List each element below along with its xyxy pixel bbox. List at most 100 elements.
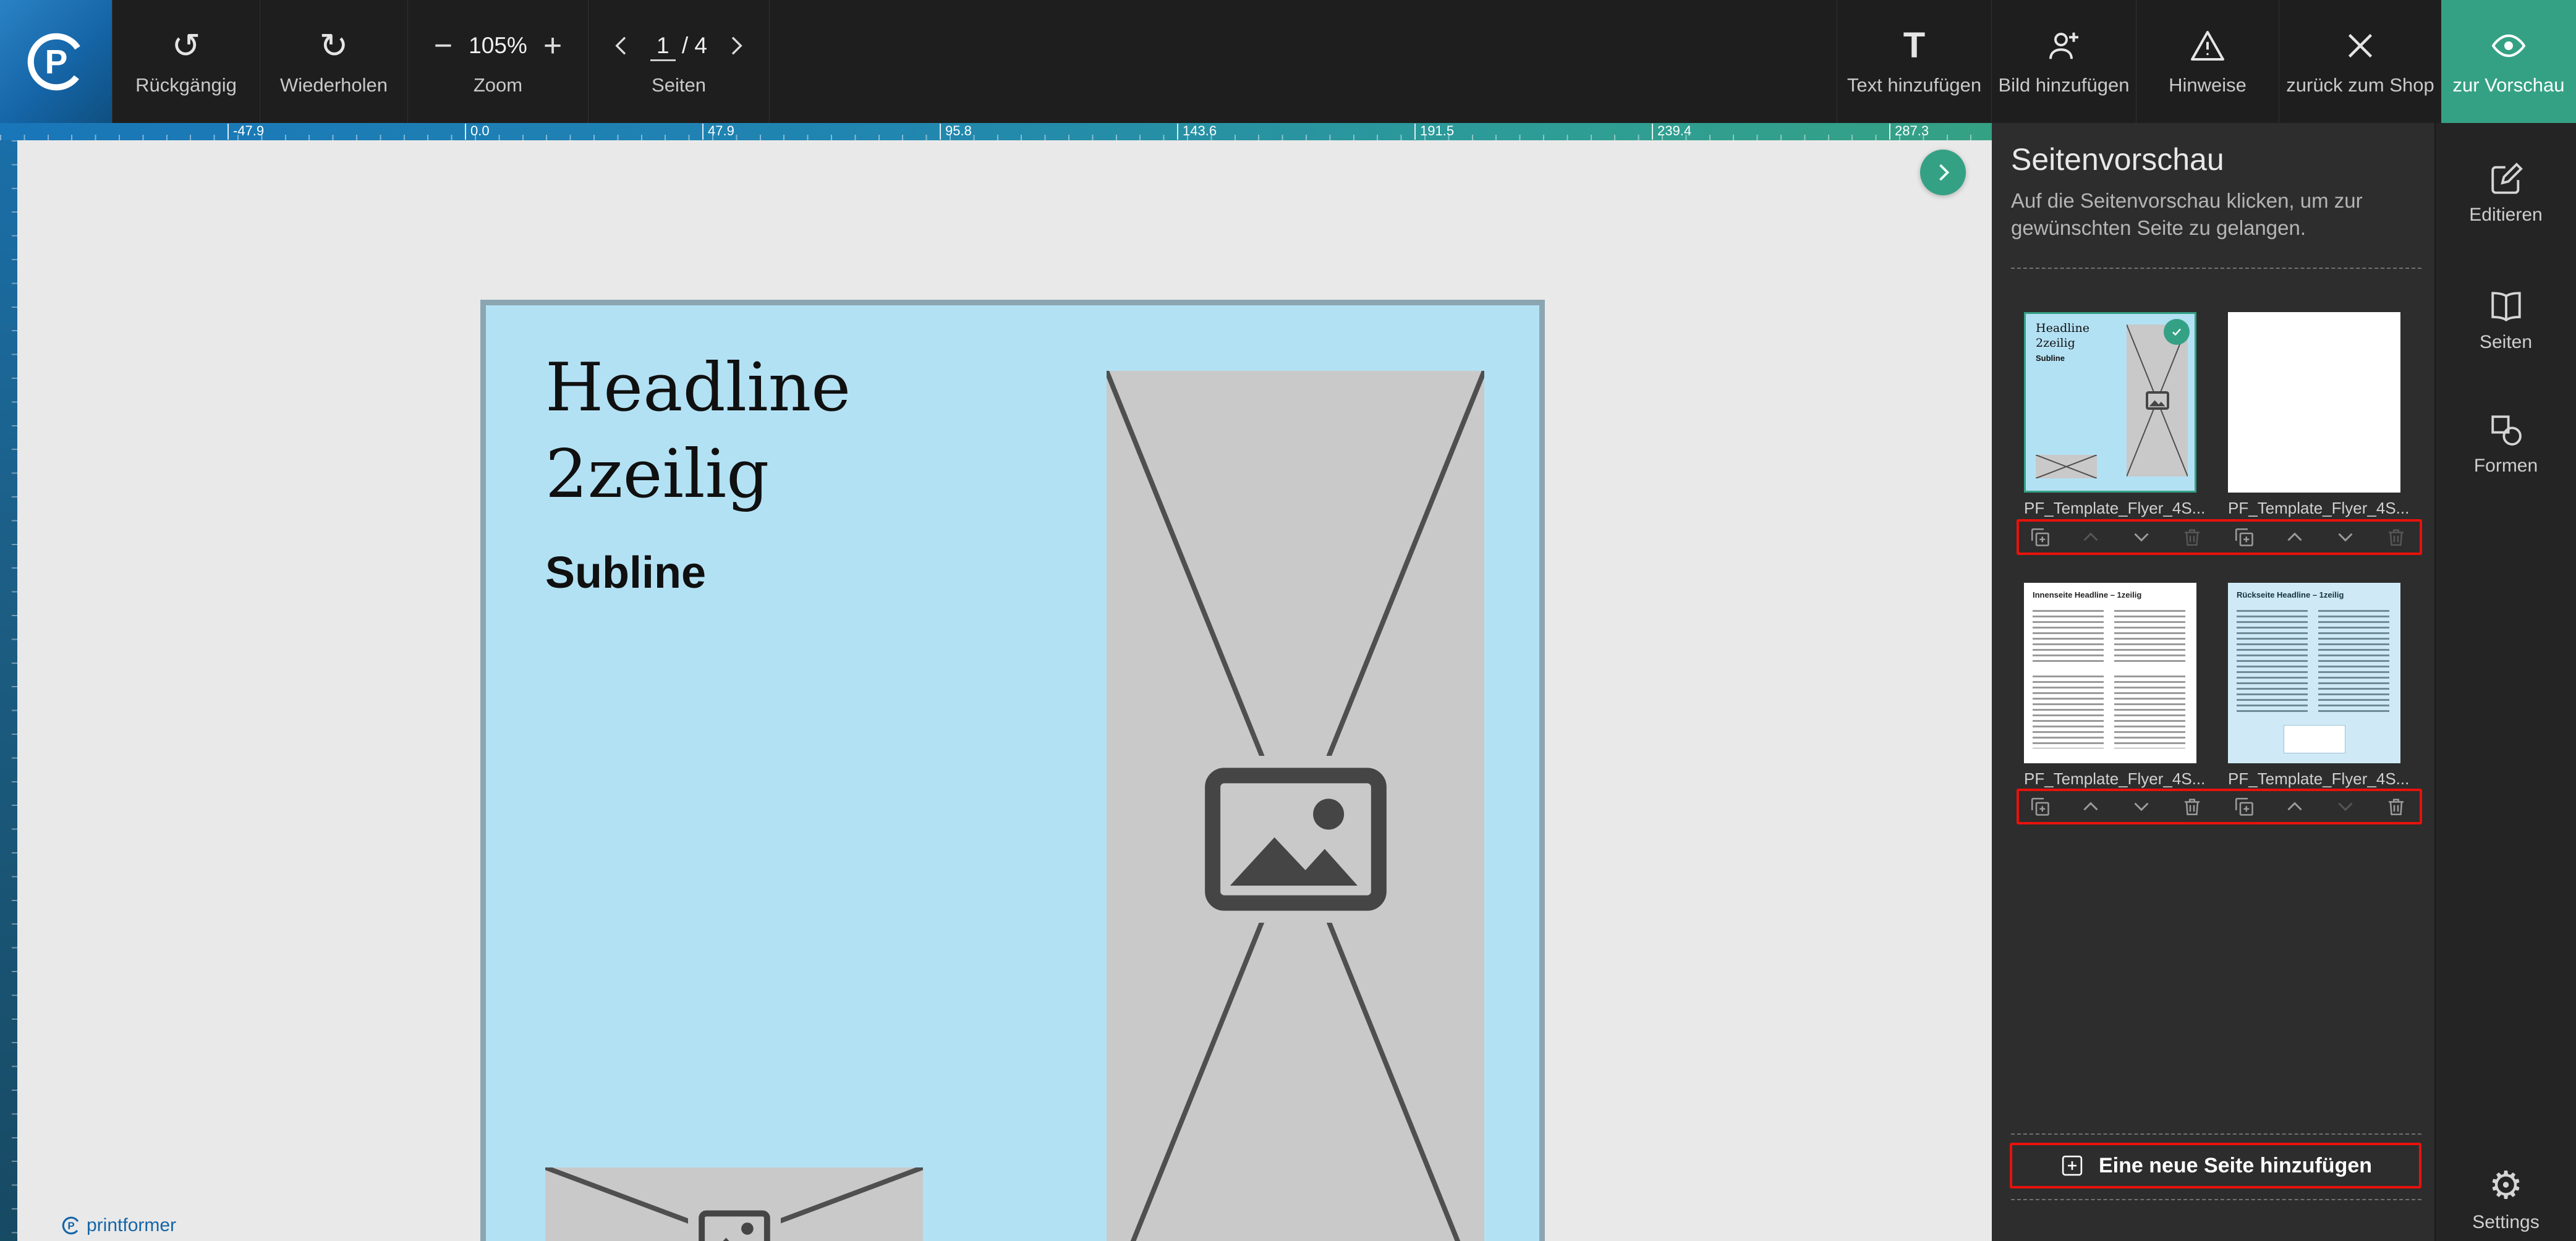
thumbnail-2-toolbar <box>2233 526 2407 548</box>
shapes-icon <box>2491 415 2522 446</box>
move-page-down-button[interactable] <box>2334 795 2357 818</box>
hints-button[interactable]: Hinweise <box>2136 0 2279 123</box>
back-to-shop-button[interactable]: zurück zum Shop <box>2279 0 2441 123</box>
add-page-icon <box>2062 1155 2083 1176</box>
close-icon <box>2348 33 2373 57</box>
undo-button[interactable]: ↺ Rückgängig <box>112 0 260 123</box>
duplicate-page-button[interactable] <box>2233 526 2255 548</box>
previous-page-icon[interactable] <box>610 32 634 59</box>
divider <box>2011 1133 2421 1135</box>
sidebar-item-edit[interactable]: Editieren <box>2436 161 2576 226</box>
move-page-down-button[interactable] <box>2334 526 2357 548</box>
thumb4-text-lines <box>2318 610 2389 715</box>
delete-page-button[interactable] <box>2181 526 2203 548</box>
design-canvas[interactable]: Headline 2zeilig Subline P printformer <box>17 140 1992 1241</box>
redo-button[interactable]: ↻ Wiederholen <box>260 0 407 123</box>
gear-icon: ⚙ <box>2488 1164 2523 1207</box>
thumbnail-filename: PF_Template_Flyer_4S... <box>2228 769 2410 788</box>
pages-label: Seiten <box>652 74 706 96</box>
hints-label: Hinweise <box>2169 74 2247 96</box>
zoom-out-button[interactable]: − <box>434 30 453 62</box>
add-text-button[interactable]: T Text hinzufügen <box>1837 0 1991 123</box>
thumbnail-3-toolbar <box>2029 795 2203 818</box>
ruler-tick: -47.9 <box>227 124 264 140</box>
ruler-tick: 239.4 <box>1652 124 1691 140</box>
thumb3-text-lines <box>2114 610 2185 666</box>
duplicate-page-button[interactable] <box>2029 795 2051 818</box>
duplicate-page-button[interactable] <box>2233 795 2255 818</box>
sidebar-item-label: Formen <box>2473 455 2538 476</box>
app-root: P ↺ Rückgängig ↻ Wiederholen − 105% + Zo… <box>0 0 2576 1241</box>
delete-page-button[interactable] <box>2181 795 2203 818</box>
move-page-up-button[interactable] <box>2284 795 2306 818</box>
canvas-next-page-button[interactable] <box>1920 150 1966 195</box>
zoom-label: Zoom <box>473 74 523 96</box>
divider <box>2011 1199 2421 1200</box>
undo-label: Rückgängig <box>135 74 237 96</box>
delete-page-button[interactable] <box>2385 526 2407 548</box>
horizontal-ruler: -47.9 0.0 47.9 95.8 143.6 191.5 239.4 28… <box>0 123 1992 140</box>
chevron-right-icon <box>1939 164 1950 181</box>
zoom-value: 105% <box>469 32 527 58</box>
add-page-label: Eine neue Seite hinzufügen <box>2098 1153 2373 1177</box>
add-image-button[interactable]: Bild hinzufügen <box>1991 0 2136 123</box>
current-page-input[interactable]: 1 <box>650 32 676 61</box>
svg-text:P: P <box>67 1220 74 1232</box>
redo-label: Wiederholen <box>279 74 388 96</box>
panel-subtitle: Auf die Seitenvorschau klicken, um zur g… <box>2011 189 2363 239</box>
duplicate-page-button[interactable] <box>2029 526 2051 548</box>
headline-textbox[interactable]: Headline 2zeilig <box>545 345 851 519</box>
book-icon <box>2491 292 2521 322</box>
move-page-down-button[interactable] <box>2130 795 2153 818</box>
page-thumbnail-3[interactable]: Innenseite Headline – 1zeilig <box>2024 583 2196 763</box>
panel-title: Seitenvorschau <box>2011 142 2224 177</box>
page-thumbnail-1[interactable]: Headline 2zeilig Subline <box>2024 312 2196 493</box>
edit-icon <box>2491 163 2523 194</box>
total-pages: 4 <box>694 32 707 58</box>
image-placeholder-large[interactable] <box>1107 371 1484 1241</box>
vertical-ruler <box>0 140 17 1241</box>
divider <box>2011 268 2421 269</box>
thumbnail-filename: PF_Template_Flyer_4S... <box>2024 499 2206 517</box>
move-page-up-button[interactable] <box>2080 795 2102 818</box>
thumb4-address-box <box>2284 725 2345 753</box>
zoom-control: − 105% + Zoom <box>407 0 588 123</box>
sidebar-item-shapes[interactable]: Formen <box>2436 412 2576 476</box>
page-thumbnail-2[interactable] <box>2228 312 2400 493</box>
thumbnail-filename: PF_Template_Flyer_4S... <box>2024 769 2206 788</box>
undo-icon: ↺ <box>171 25 201 65</box>
image-placeholder-icon <box>687 1204 781 1241</box>
move-page-down-button[interactable] <box>2130 526 2153 548</box>
add-text-label: Text hinzufügen <box>1847 74 1982 96</box>
svg-text:P: P <box>45 43 67 81</box>
flyer-page-content: Headline 2zeilig Subline <box>486 305 1539 1241</box>
thumbnail-4-toolbar <box>2233 795 2407 818</box>
eye-icon <box>2491 34 2526 57</box>
thumb4-title: Rückseite Headline – 1zeilig <box>2237 590 2344 599</box>
flyer-page[interactable]: Headline 2zeilig Subline <box>480 300 1545 1241</box>
thumb1-subline: Subline <box>2036 354 2065 363</box>
next-page-icon[interactable] <box>723 32 748 59</box>
thumb4-text-lines <box>2237 610 2308 715</box>
sidebar-item-label: Seiten <box>2479 332 2533 352</box>
sidebar-item-settings[interactable]: ⚙ Settings <box>2436 1167 2576 1233</box>
thumbnail-filename: PF_Template_Flyer_4S... <box>2228 499 2410 517</box>
add-new-page-button[interactable]: Eine neue Seite hinzufügen <box>2011 1146 2420 1185</box>
page-thumbnail-4[interactable]: Rückseite Headline – 1zeilig <box>2228 583 2400 763</box>
toolbar: P ↺ Rückgängig ↻ Wiederholen − 105% + Zo… <box>0 0 2576 123</box>
sidebar-item-pages[interactable]: Seiten <box>2436 289 2576 353</box>
preview-label: zur Vorschau <box>2452 74 2565 96</box>
ruler-tick: 143.6 <box>1177 124 1217 140</box>
image-placeholder-small[interactable] <box>545 1167 923 1241</box>
move-page-up-button[interactable] <box>2080 526 2102 548</box>
page-separator: / <box>681 32 689 58</box>
printformer-logo[interactable]: P <box>0 0 112 123</box>
zoom-in-button[interactable]: + <box>543 30 562 62</box>
page-preview-panel: Seitenvorschau Auf die Seitenvorschau kl… <box>1992 123 2434 1241</box>
thumb1-placeholder-small <box>2036 455 2097 478</box>
thumb3-text-lines <box>2033 610 2104 666</box>
move-page-up-button[interactable] <box>2284 526 2306 548</box>
preview-button[interactable]: zur Vorschau <box>2441 0 2576 123</box>
subline-textbox[interactable]: Subline <box>545 548 706 598</box>
delete-page-button[interactable] <box>2385 795 2407 818</box>
